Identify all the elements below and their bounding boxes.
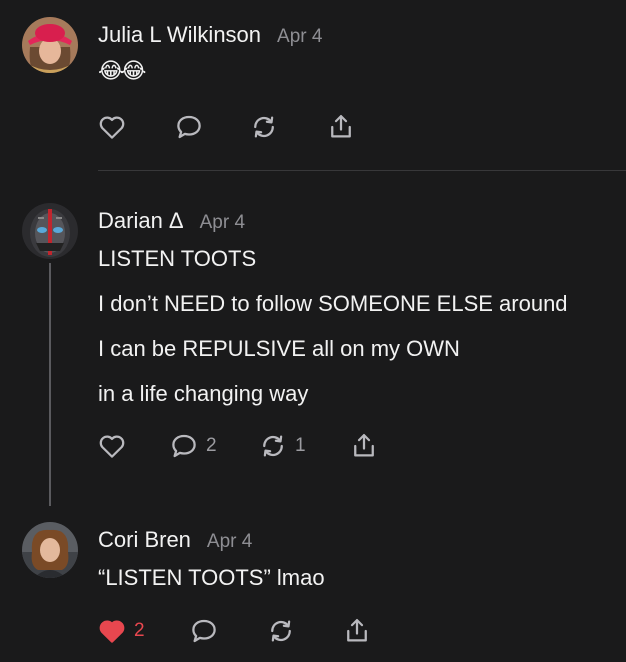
repost-button[interactable] <box>249 112 286 142</box>
avatar[interactable] <box>22 522 78 578</box>
action-bar <box>97 112 397 142</box>
share-icon <box>331 115 351 138</box>
post-header: Julia L Wilkinson Apr 4 <box>98 22 322 48</box>
like-button[interactable] <box>97 431 134 461</box>
comment-icon <box>177 115 201 139</box>
timestamp[interactable]: Apr 4 <box>200 212 245 234</box>
post-divider <box>98 170 626 171</box>
post-text-line: I can be REPULSIVE all on my OWN <box>98 336 460 361</box>
like-button[interactable]: 2 <box>97 616 145 646</box>
avatar[interactable] <box>22 203 78 259</box>
author-name[interactable]: Darian Δ <box>98 208 184 234</box>
action-bar: 2 <box>97 616 397 646</box>
repost-count: 1 <box>295 435 306 456</box>
post-header: Cori Bren Apr 4 <box>98 527 252 553</box>
repost-icon <box>271 620 291 642</box>
share-icon <box>354 434 374 457</box>
comment-button[interactable] <box>174 112 211 142</box>
share-button[interactable] <box>326 112 356 142</box>
comment-icon <box>172 434 196 458</box>
post-header: Darian Δ Apr 4 <box>98 208 245 234</box>
heart-icon <box>99 620 125 643</box>
post-text-line: in a life changing way <box>98 381 309 406</box>
heart-icon <box>99 435 125 458</box>
like-count: 2 <box>134 620 145 641</box>
comment-button[interactable] <box>189 616 226 646</box>
timestamp[interactable]: Apr 4 <box>207 531 252 553</box>
reply-count: 2 <box>206 435 217 456</box>
like-button[interactable] <box>97 112 134 142</box>
thread-line <box>49 263 51 506</box>
action-bar: 2 1 <box>97 431 397 461</box>
repost-icon <box>254 116 274 138</box>
share-button[interactable] <box>349 431 379 461</box>
share-button[interactable] <box>342 616 372 646</box>
post-text-line: LISTEN TOOTS <box>98 246 257 271</box>
heart-icon <box>99 116 125 139</box>
share-icon <box>347 619 367 642</box>
post-text-line: “LISTEN TOOTS” lmao <box>98 565 325 590</box>
avatar[interactable] <box>22 17 78 73</box>
timestamp[interactable]: Apr 4 <box>277 26 322 48</box>
author-name[interactable]: Cori Bren <box>98 527 191 553</box>
post-text: 😂😂 <box>98 58 146 83</box>
repost-button[interactable]: 1 <box>258 431 306 461</box>
repost-button[interactable] <box>266 616 303 646</box>
repost-icon <box>263 435 283 457</box>
author-name[interactable]: Julia L Wilkinson <box>98 22 261 48</box>
post-text-line: I don’t NEED to follow SOMEONE ELSE arou… <box>98 291 568 316</box>
comment-icon <box>192 619 216 643</box>
comment-button[interactable]: 2 <box>169 431 217 461</box>
